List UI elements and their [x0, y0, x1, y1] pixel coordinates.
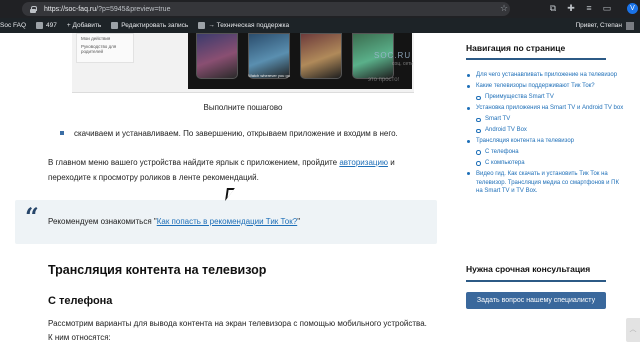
authorization-link[interactable]: авторизацию	[339, 158, 388, 167]
ask-specialist-button[interactable]: Задать вопрос нашему специалисту	[466, 292, 606, 309]
mouse-cursor-fill	[226, 190, 234, 198]
url-text: https://soc-faq.ru/?p=5945&preview=true	[44, 5, 171, 13]
bookmark-star-icon[interactable]: ☆	[500, 3, 508, 14]
scroll-top-button[interactable]: ︿	[626, 318, 640, 342]
recommendations-link[interactable]: Как попасть в рекомендации Тик Ток?	[157, 217, 297, 226]
list-item-text: скачиваем и устанавливаем. По завершению…	[74, 129, 398, 138]
admin-comments[interactable]: 497	[36, 22, 57, 29]
edit-icon	[111, 22, 119, 29]
phone-image	[300, 33, 342, 79]
paragraph-line: Рассмотрим варианты для вывода контента …	[48, 319, 427, 328]
phone-image	[196, 33, 238, 79]
support-icon	[198, 22, 206, 29]
comment-icon	[36, 22, 44, 29]
recommendation-quote: “ Рекомендуем ознакомиться "Как попасть …	[15, 200, 437, 244]
paragraph-text: В главном меню вашего устройства найдите…	[48, 158, 338, 167]
paragraph-line: К ним относятся:	[48, 333, 111, 342]
browser-toolbar: https://soc-faq.ru/?p=5945&preview=true …	[0, 0, 640, 18]
toc-link[interactable]: Установка приложения на Smart TV и Andro…	[466, 104, 626, 113]
admin-bar: Soc FAQ 497 + Добавить Редактировать зап…	[0, 18, 640, 33]
sidebar-nav-title: Навигация по странице	[466, 43, 566, 53]
admin-greeting: Привет, Степан	[575, 22, 622, 29]
quote-text: Рекомендуем ознакомиться "Как попасть в …	[48, 217, 300, 226]
list-item: скачиваем и устанавливаем. По завершению…	[60, 128, 440, 139]
bullet-icon	[60, 131, 64, 135]
address-bar[interactable]: https://soc-faq.ru/?p=5945&preview=true	[22, 2, 510, 16]
section-heading: Трансляция контента на телевизор	[48, 263, 267, 277]
toc-link[interactable]: С компьютера	[466, 159, 626, 168]
lock-icon	[30, 5, 37, 13]
toc-link[interactable]: Видео гид. Как скачать и установить Тик …	[466, 170, 626, 196]
subsection-heading: С телефона	[48, 295, 113, 307]
image-caption: Выполните пошагово	[203, 103, 283, 112]
paragraph: В главном меню вашего устройства найдите…	[48, 155, 418, 185]
screenshot-menu: Мои действия Руководство для родителей	[76, 33, 134, 63]
toc-link[interactable]: С телефона	[466, 148, 626, 157]
phone-caption: Watch wherever you go	[248, 73, 290, 78]
extensions-icon[interactable]: ⧉	[548, 3, 558, 13]
admin-account[interactable]: Привет, Степан	[575, 18, 634, 33]
toc-link[interactable]: Трансляция контента на телевизор	[466, 137, 626, 146]
window-icon[interactable]: ▭	[602, 3, 612, 13]
toc-link[interactable]: Для чего устанавливать приложение на тел…	[466, 71, 626, 80]
menu-list-icon[interactable]: ≡	[584, 3, 594, 13]
profile-avatar[interactable]: V	[627, 3, 638, 14]
admin-add-new[interactable]: + Добавить	[67, 22, 101, 29]
quote-suffix: "	[297, 217, 301, 226]
admin-edit-post[interactable]: Редактировать запись	[111, 22, 188, 29]
quote-icon: “	[25, 202, 39, 231]
paragraph: Рассмотрим варианты для вывода контента …	[48, 317, 448, 345]
toc-link[interactable]: Android TV Box	[466, 126, 626, 135]
watermark-sub: соц. сети	[392, 61, 414, 67]
table-of-contents: Для чего устанавливать приложение на тел…	[466, 71, 626, 198]
screenshot-menu-item: Мои действия	[81, 36, 111, 41]
quote-prefix: Рекомендуем ознакомиться "	[48, 217, 157, 226]
sidebar-divider	[466, 280, 606, 282]
toc-link[interactable]: Преимущества Smart TV	[466, 93, 626, 102]
puzzle-icon[interactable]: ✚	[566, 3, 576, 13]
toc-link[interactable]: Smart TV	[466, 115, 626, 124]
sidebar-divider	[466, 58, 606, 60]
admin-avatar	[626, 21, 634, 30]
sidebar-consult-title: Нужна срочная консультация	[466, 264, 591, 274]
article-screenshot: Мои действия Руководство для родителей W…	[72, 33, 414, 93]
toc-link[interactable]: Какие телевизоры поддерживают Тик Ток?	[466, 82, 626, 91]
admin-support[interactable]: → Техническая поддержка	[198, 22, 289, 29]
admin-site-link[interactable]: Soc FAQ	[0, 22, 26, 29]
watermark: SOC.RU	[374, 51, 412, 60]
screenshot-menu-item: Руководство для родителей	[81, 43, 117, 55]
watermark-sub2: это просто!	[368, 77, 400, 83]
